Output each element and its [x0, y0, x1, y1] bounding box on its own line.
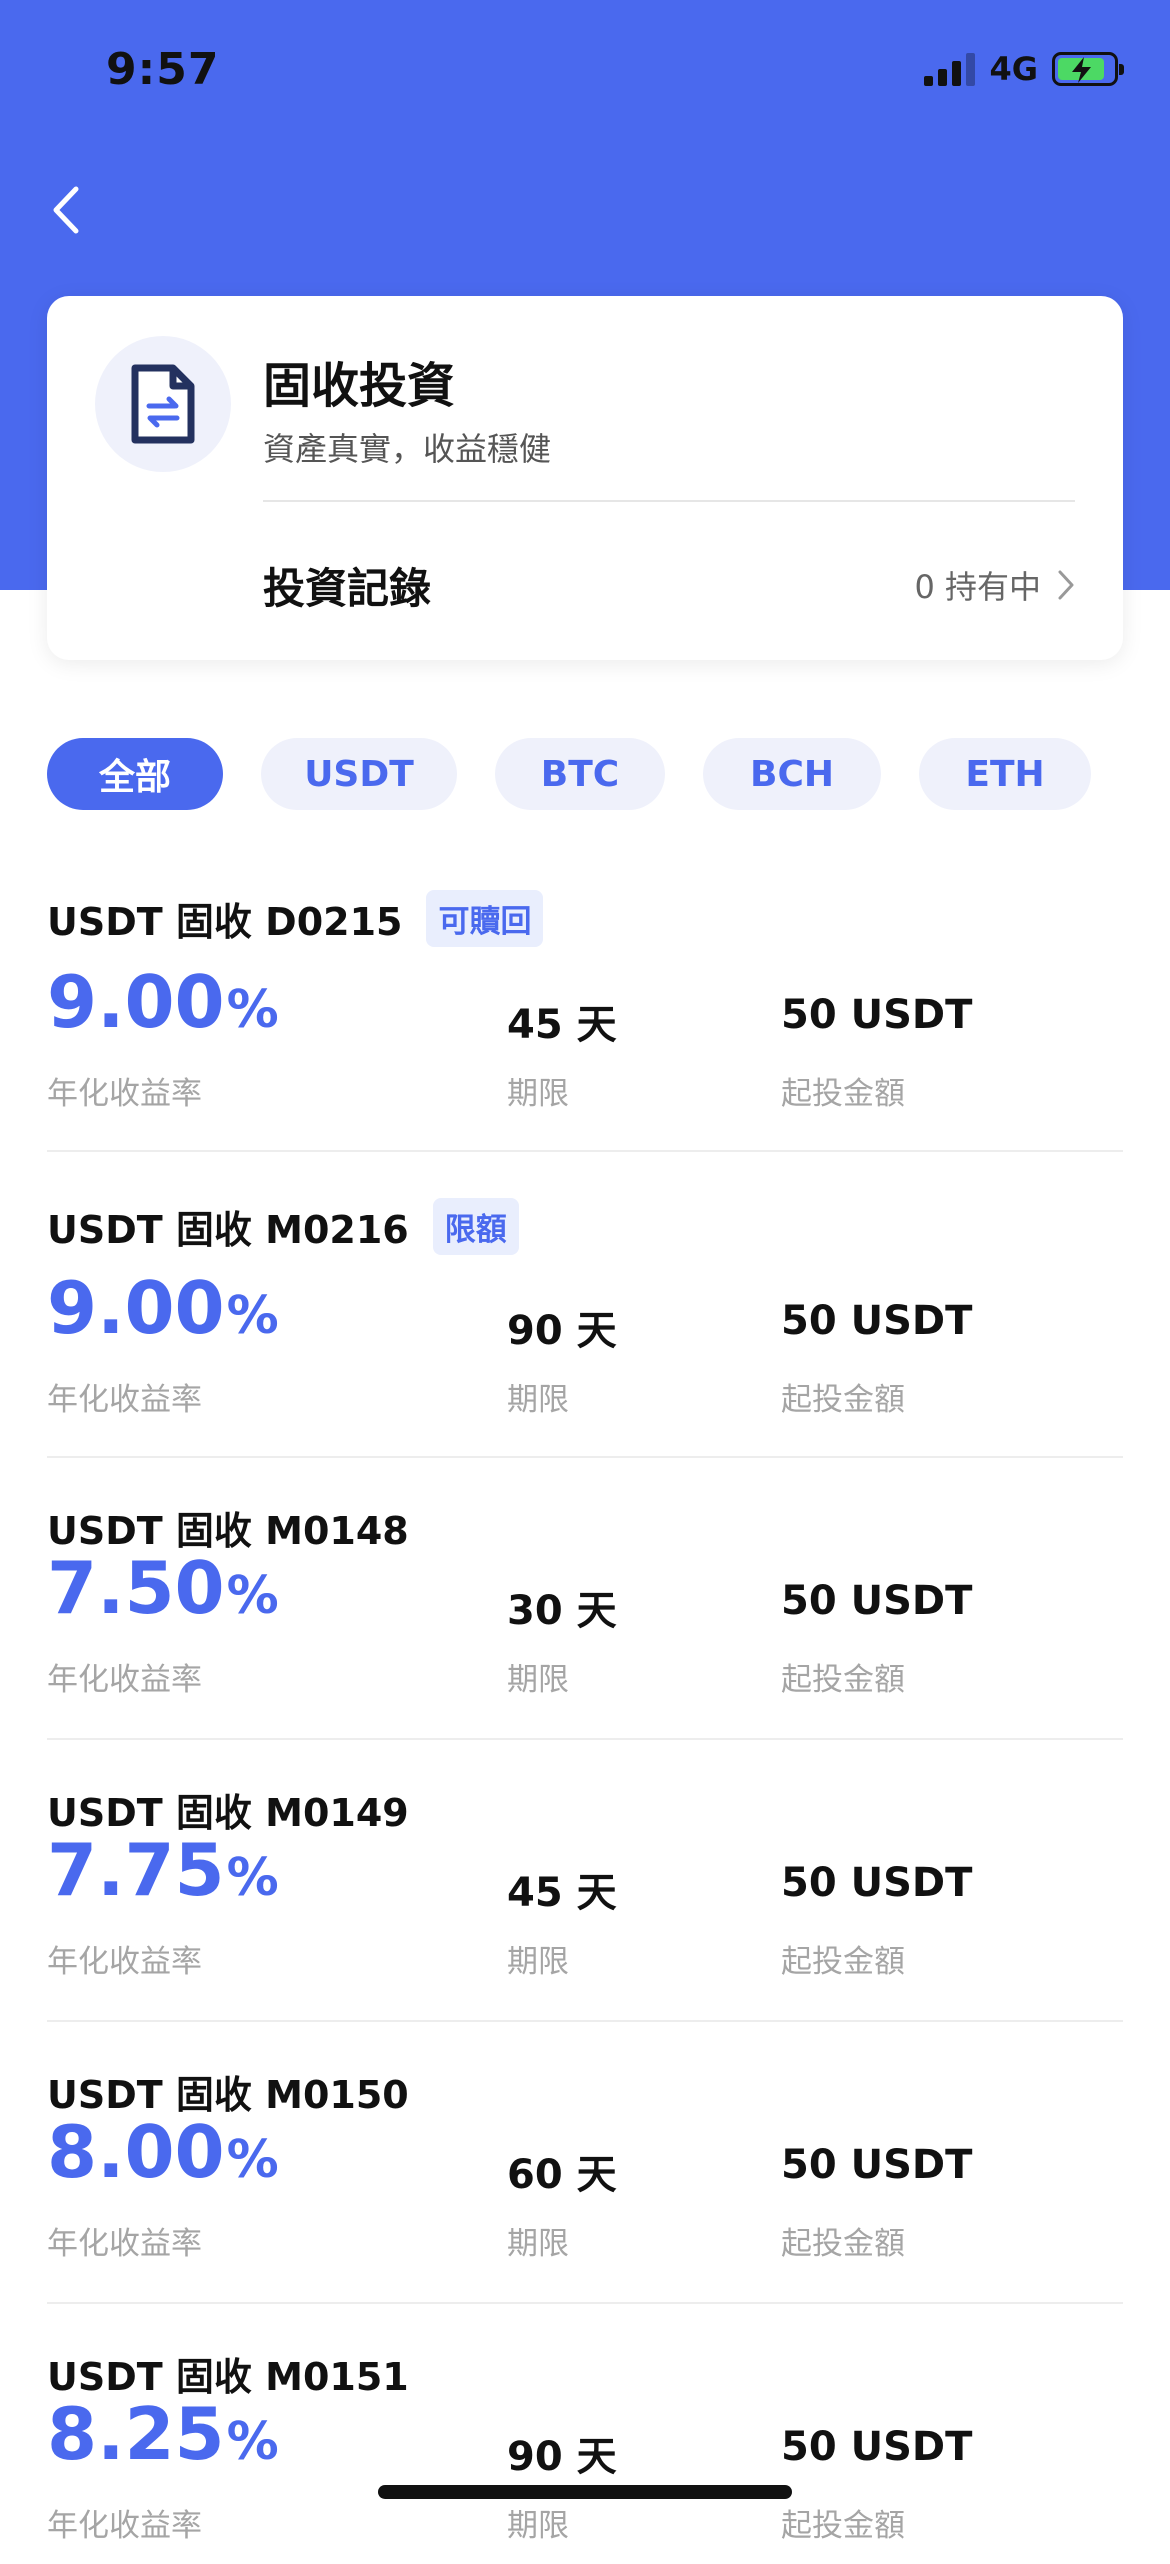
annual-rate: 8.00% — [47, 2110, 279, 2194]
back-button[interactable] — [40, 180, 92, 240]
divider — [263, 500, 1075, 502]
currency-tabs: 全部 USDT BTC BCH ETH — [47, 738, 1091, 810]
fixed-income-card: 固收投資 資產真實，收益穩健 投資記錄 0 持有中 — [47, 296, 1123, 660]
tab-bch[interactable]: BCH — [703, 738, 881, 810]
chevron-right-icon — [1058, 570, 1074, 600]
product-item[interactable]: USDT 固收 M0149 7.75% 45 天 50 USDT 年化收益率 期… — [47, 1740, 1123, 2022]
rate-caption: 年化收益率 — [47, 1076, 202, 1112]
investment-records-row[interactable]: 投資記錄 0 持有中 — [263, 550, 1075, 620]
product-name: USDT 固收 D0215 — [47, 900, 403, 944]
rate-caption: 年化收益率 — [47, 1944, 202, 1980]
holding-count: 0 持有中 — [914, 568, 1041, 606]
status-time: 9:57 — [106, 44, 220, 95]
product-name: USDT 固收 M0216 — [47, 1208, 409, 1252]
product-item[interactable]: USDT 固收 D0215 可贖回 9.00% 45 天 50 USDT 年化收… — [47, 860, 1123, 1152]
min-amount-value: 50 USDT — [781, 1298, 973, 1344]
redeemable-badge: 可贖回 — [426, 890, 544, 947]
min-amount-value: 50 USDT — [781, 992, 973, 1038]
term-value: 30 天 — [507, 1588, 617, 1634]
min-amount-value: 50 USDT — [781, 1860, 973, 1906]
annual-rate: 7.50% — [47, 1546, 279, 1630]
annual-rate: 7.75% — [47, 1828, 279, 1912]
product-list: USDT 固收 D0215 可贖回 9.00% 45 天 50 USDT 年化收… — [47, 860, 1123, 2564]
chevron-left-icon — [53, 186, 79, 234]
min-amount-caption: 起投金額 — [781, 1944, 905, 1980]
min-amount-caption: 起投金額 — [781, 2508, 905, 2544]
term-value: 90 天 — [507, 2434, 617, 2480]
product-item[interactable]: USDT 固收 M0151 8.25% 90 天 50 USDT 年化收益率 期… — [47, 2304, 1123, 2564]
page-title: 固收投資 — [263, 358, 456, 414]
min-amount-value: 50 USDT — [781, 1578, 973, 1624]
term-caption: 期限 — [507, 1076, 569, 1112]
term-value: 60 天 — [507, 2152, 617, 2198]
min-amount-value: 50 USDT — [781, 2424, 973, 2470]
product-item[interactable]: USDT 固收 M0216 限額 9.00% 90 天 50 USDT 年化收益… — [47, 1152, 1123, 1458]
term-value: 45 天 — [507, 1002, 617, 1048]
signal-icon — [924, 52, 976, 86]
rate-caption: 年化收益率 — [47, 2226, 202, 2262]
page-subtitle: 資產真實，收益穩健 — [263, 430, 552, 468]
min-amount-caption: 起投金額 — [781, 1076, 905, 1112]
rate-caption: 年化收益率 — [47, 1662, 202, 1698]
min-amount-value: 50 USDT — [781, 2142, 973, 2188]
rate-caption: 年化收益率 — [47, 1382, 202, 1418]
term-caption: 期限 — [507, 1662, 569, 1698]
term-value: 45 天 — [507, 1870, 617, 1916]
status-icons: 4G — [924, 50, 1124, 88]
holding-info: 0 持有中 — [914, 562, 1075, 608]
term-caption: 期限 — [507, 2226, 569, 2262]
limited-badge: 限額 — [432, 1198, 519, 1255]
term-value: 90 天 — [507, 1308, 617, 1354]
annual-rate: 9.00% — [47, 960, 279, 1044]
tab-eth[interactable]: ETH — [919, 738, 1091, 810]
tab-usdt[interactable]: USDT — [261, 738, 457, 810]
min-amount-caption: 起投金額 — [781, 2226, 905, 2262]
product-item[interactable]: USDT 固收 M0148 7.50% 30 天 50 USDT 年化收益率 期… — [47, 1458, 1123, 1740]
term-caption: 期限 — [507, 1944, 569, 1980]
home-indicator[interactable] — [378, 2485, 792, 2499]
tab-all[interactable]: 全部 — [47, 738, 223, 810]
battery-charging-icon — [1052, 52, 1124, 86]
min-amount-caption: 起投金額 — [781, 1382, 905, 1418]
term-caption: 期限 — [507, 2508, 569, 2544]
investment-records-label: 投資記錄 — [263, 563, 432, 613]
term-caption: 期限 — [507, 1382, 569, 1418]
product-item[interactable]: USDT 固收 M0150 8.00% 60 天 50 USDT 年化收益率 期… — [47, 2022, 1123, 2304]
annual-rate: 8.25% — [47, 2392, 279, 2476]
network-type: 4G — [989, 50, 1038, 88]
tab-btc[interactable]: BTC — [495, 738, 665, 810]
min-amount-caption: 起投金額 — [781, 1662, 905, 1698]
rate-caption: 年化收益率 — [47, 2508, 202, 2544]
document-exchange-icon — [95, 336, 231, 472]
annual-rate: 9.00% — [47, 1266, 279, 1350]
